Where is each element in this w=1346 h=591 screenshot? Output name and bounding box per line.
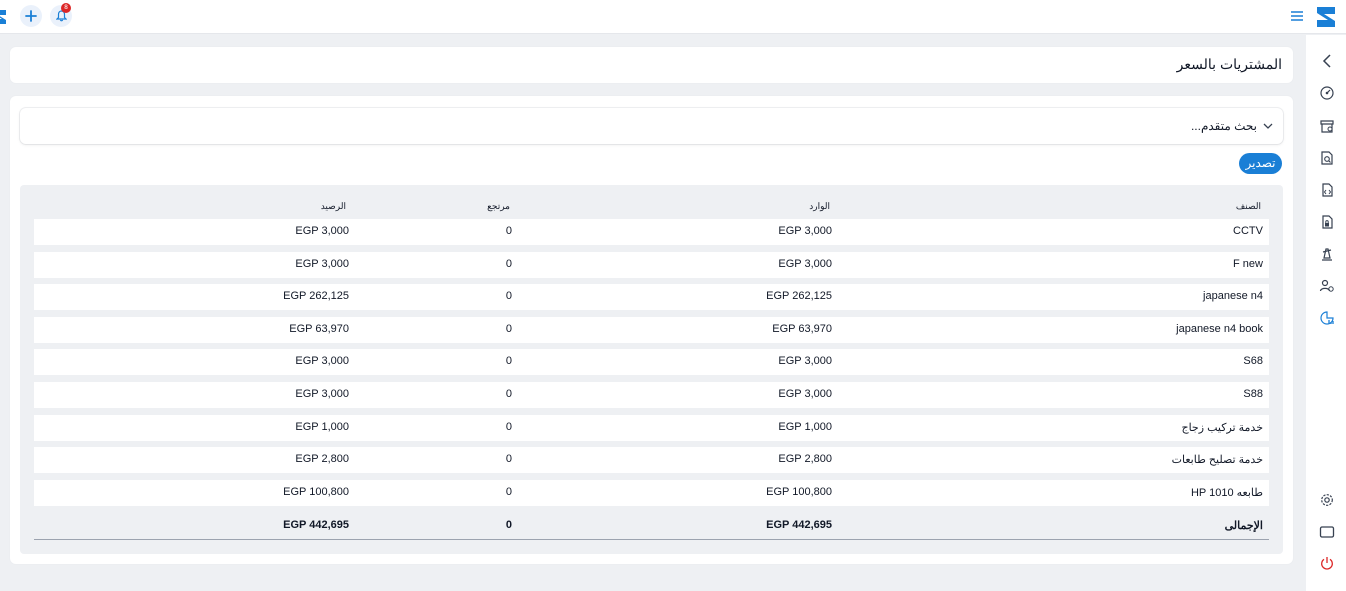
cell-incoming: EGP 2,800 [778, 453, 832, 466]
cell-incoming: EGP 262,125 [766, 290, 832, 303]
hamburger-menu-icon[interactable] [1290, 10, 1304, 22]
sidebar-item-settings[interactable] [1318, 491, 1336, 509]
cell-balance: EGP 63,970 [289, 322, 349, 335]
notifications-button[interactable]: 8 [50, 3, 72, 27]
column-header-balance[interactable]: الرصيد [321, 201, 346, 212]
store-icon [1320, 120, 1334, 133]
report-card: بحث متقدم... تصدير الصنف الوارد مرتجع ال… [10, 96, 1293, 564]
column-header-returned[interactable]: مرتجع [487, 201, 510, 212]
total-incoming: EGP 442,695 [766, 519, 832, 531]
purchases-table: الصنف الوارد مرتجع الرصيد CCTV EGP 3,000 0… [20, 185, 1283, 554]
table-row[interactable]: خدمة تركيب زجاج EGP 1,000 0 EGP 1,000 [34, 414, 1269, 441]
cell-item: S68 [1243, 355, 1263, 368]
sidebar-item-window[interactable] [1318, 523, 1336, 541]
window-icon [1319, 526, 1335, 538]
advanced-search-toggle[interactable]: بحث متقدم... [20, 108, 1283, 144]
cell-incoming: EGP 3,000 [778, 388, 832, 400]
total-balance: EGP 442,695 [283, 519, 349, 531]
table-row[interactable]: japanese n4 EGP 262,125 0 EGP 262,125 [34, 284, 1269, 311]
sidebar-item-locked-documents[interactable] [1318, 213, 1336, 231]
total-returned: 0 [505, 519, 512, 531]
top-bar: 8 [0, 0, 1346, 34]
table-row[interactable]: CCTV EGP 3,000 0 EGP 3,000 [34, 219, 1269, 245]
logout-button[interactable] [1318, 554, 1336, 572]
cell-incoming: EGP 1,000 [778, 420, 832, 433]
total-label: الإجمالى [1224, 520, 1263, 532]
chevron-down-icon [1263, 123, 1273, 129]
cell-item: japanese n4 [1203, 290, 1263, 303]
cell-item: S88 [1243, 388, 1263, 400]
cell-incoming: EGP 3,000 [778, 355, 832, 368]
cell-returned: 0 [505, 225, 512, 237]
cell-incoming: EGP 3,000 [778, 257, 832, 270]
notification-count-badge: 8 [61, 3, 71, 13]
document-lock-icon [1322, 215, 1333, 229]
column-header-item[interactable]: الصنف [1236, 201, 1261, 212]
sidebar-item-reports[interactable] [1318, 309, 1336, 327]
brand-logo-icon [1317, 7, 1335, 27]
page-title-card: المشتريات بالسعر [10, 47, 1293, 83]
cell-balance: EGP 2,800 [295, 453, 349, 466]
table-row[interactable]: S68 EGP 3,000 0 EGP 3,000 [34, 349, 1269, 376]
cell-balance: EGP 3,000 [295, 355, 349, 368]
cell-balance: EGP 3,000 [295, 257, 349, 270]
cell-balance: EGP 3,000 [295, 388, 349, 400]
cell-item: طابعه HP 1010 [1190, 486, 1263, 499]
sidebar-item-code-documents[interactable] [1318, 181, 1336, 199]
cell-item: F new [1233, 257, 1263, 270]
chevron-left-icon [1322, 54, 1331, 68]
cell-returned: 0 [505, 420, 512, 433]
cell-returned: 0 [505, 257, 512, 270]
sidebar-item-users[interactable] [1318, 277, 1336, 295]
advanced-search-label: بحث متقدم... [1190, 119, 1257, 133]
plus-icon [25, 10, 37, 22]
cell-incoming: EGP 100,800 [766, 485, 832, 498]
cell-item: خدمة تصليح طابعات [1171, 454, 1263, 467]
table-row[interactable]: خدمة تصليح طابعات EGP 2,800 0 EGP 2,800 [34, 447, 1269, 474]
cell-returned: 0 [505, 453, 512, 466]
sidebar-item-scale[interactable] [1318, 245, 1336, 263]
table-row[interactable]: S88 EGP 3,000 0 EGP 3,000 [34, 382, 1269, 408]
cell-balance: EGP 3,000 [295, 225, 349, 237]
cell-balance: EGP 262,125 [283, 290, 349, 303]
settings-gear-icon [1321, 494, 1333, 506]
users-settings-icon [1319, 279, 1334, 292]
app-logo-icon [0, 10, 6, 24]
power-icon [1321, 557, 1333, 570]
cell-returned: 0 [505, 485, 512, 498]
cell-item: خدمة تركيب زجاج [1181, 421, 1263, 434]
cell-returned: 0 [505, 290, 512, 303]
add-button[interactable] [20, 5, 42, 27]
table-row[interactable]: F new EGP 3,000 0 EGP 3,000 [34, 251, 1269, 278]
table-row[interactable]: japanese n4 book EGP 63,970 0 EGP 63,970 [34, 316, 1269, 343]
cell-balance: EGP 1,000 [295, 420, 349, 433]
table-header: الصنف الوارد مرتجع الرصيد [34, 197, 1269, 217]
document-code-icon [1322, 183, 1333, 197]
cell-incoming: EGP 63,970 [772, 322, 832, 335]
cell-balance: EGP 100,800 [283, 485, 349, 498]
cell-item: japanese n4 book [1176, 322, 1263, 335]
sidebar-item-search-documents[interactable] [1318, 149, 1336, 167]
reports-chart-icon [1320, 311, 1334, 325]
cell-returned: 0 [505, 322, 512, 335]
sidebar-item-store[interactable] [1318, 117, 1336, 135]
page-title: المشتريات بالسعر [1176, 56, 1282, 72]
cell-returned: 0 [505, 355, 512, 368]
dashboard-icon [1320, 86, 1334, 100]
table-total-row: الإجمالى EGP 442,695 0 EGP 442,695 [34, 513, 1269, 540]
column-header-incoming[interactable]: الوارد [809, 201, 830, 212]
cell-item: CCTV [1233, 225, 1263, 237]
cell-returned: 0 [505, 388, 512, 400]
export-button[interactable]: تصدير [1239, 153, 1282, 174]
search-document-icon [1321, 151, 1333, 165]
sidebar-item-dashboard[interactable] [1318, 84, 1336, 102]
sidebar [1306, 35, 1346, 591]
cell-incoming: EGP 3,000 [778, 225, 832, 237]
sidebar-collapse-button[interactable] [1318, 52, 1336, 70]
scale-icon [1322, 248, 1332, 261]
table-row[interactable]: طابعه HP 1010 EGP 100,800 0 EGP 100,800 [34, 479, 1269, 506]
